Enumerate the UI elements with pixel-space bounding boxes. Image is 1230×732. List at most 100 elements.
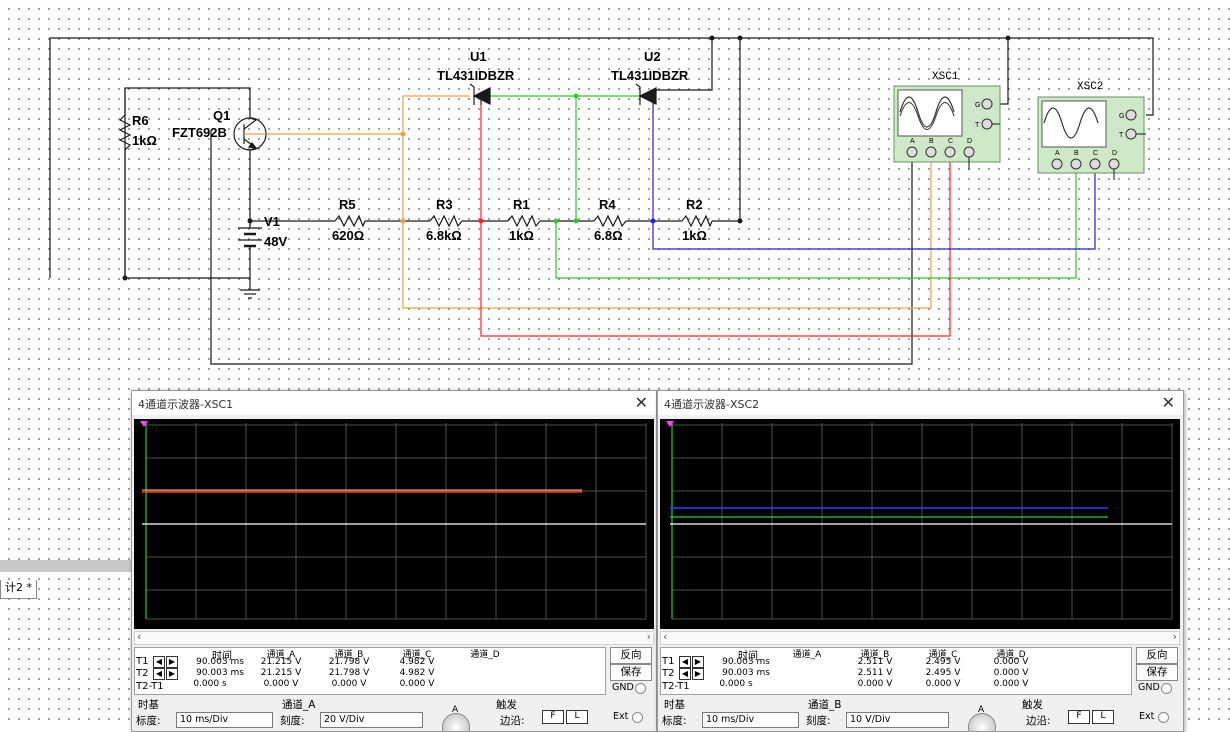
xsc1-scrollbar[interactable]: ‹ ›	[134, 630, 654, 645]
v1-battery-symbol	[238, 221, 262, 250]
xsc2-scrollbar[interactable]: ‹ ›	[660, 630, 1180, 645]
q1-name: Q1	[213, 108, 230, 123]
xsc2-grid	[671, 423, 1173, 620]
u1-name: U1	[470, 49, 487, 64]
junctions	[122, 35, 1011, 281]
xsc1-t2-c: 4.982 V	[399, 668, 435, 678]
xsc1-row-diff-label: T2-T1	[136, 681, 164, 692]
r2-value: 1kΩ	[682, 228, 707, 243]
xsc1-save-button[interactable]: 保存	[610, 664, 652, 681]
u2-value: TL431IDBZR	[611, 68, 689, 83]
xsc1-pin-g: G	[975, 102, 980, 109]
r6-name: R6	[132, 113, 149, 128]
xsc2-channel-scale-field[interactable]: 10 V/Div	[846, 712, 949, 728]
xsc1-diff-time: 0.000 s	[193, 679, 227, 689]
xsc1-window: 4通道示波器-XSC1 ✕ ‹ › 时间 通道_A 通道_B 通道_C 通道_D …	[131, 390, 657, 732]
xsc1-t1-right-arrow[interactable]: ▶	[166, 656, 178, 668]
v1-name: V1	[264, 214, 280, 229]
xsc2-trigger-edge-label: 边沿:	[1026, 715, 1051, 727]
u1-tl431-symbol	[469, 83, 491, 105]
xsc1-diff-c: 0.000 V	[399, 679, 435, 689]
design-tab[interactable]: 计2 *	[0, 580, 37, 599]
xsc2-channel-scale-label: 刻度:	[806, 715, 831, 727]
r5-name: R5	[339, 197, 356, 212]
xsc2-rising-edge-button[interactable]: F	[1068, 710, 1090, 724]
r4-symbol	[593, 214, 627, 228]
xsc1-gnd-label: GND	[612, 682, 634, 693]
xsc2-diff-b: 0.000 V	[857, 679, 893, 689]
xsc1-t1-left-arrow[interactable]: ◀	[153, 656, 165, 668]
xsc2-titlebar[interactable]: 4通道示波器-XSC2 ✕	[658, 391, 1183, 415]
xsc2-timebase-scale-field[interactable]: 10 ms/Div	[702, 712, 799, 728]
r4-name: R4	[599, 197, 616, 212]
xsc2-hdr-a: 通道_A	[792, 650, 822, 660]
xsc2-name: XSC2	[1077, 81, 1103, 93]
xsc1-pin-a: A	[910, 138, 915, 145]
xsc2-t2-left-arrow[interactable]: ◀	[679, 668, 691, 680]
xsc2-pin-g: G	[1119, 113, 1124, 120]
xsc1-timebase-scale-field[interactable]: 10 ms/Div	[176, 712, 273, 728]
xsc1-diff-a: 0.000 V	[263, 679, 299, 689]
xsc1-scope-display	[140, 421, 647, 620]
xsc1-pin-b: B	[929, 138, 934, 145]
xsc1-t2-right-arrow[interactable]: ▶	[166, 668, 178, 680]
xsc2-trigger-section: 触发	[1022, 699, 1043, 711]
xsc1-readout: 时间 通道_A 通道_B 通道_C 通道_D T1 ◀ ▶ 90.003 ms …	[134, 647, 606, 695]
xsc2-pin-d: D	[1112, 150, 1117, 157]
xsc1-instrument[interactable]	[893, 85, 1001, 170]
xsc2-t2-b: 2.511 V	[857, 668, 893, 678]
xsc2-gnd-radio[interactable]	[1161, 683, 1172, 694]
xsc1-ext-radio[interactable]	[632, 712, 643, 723]
xsc1-t2-left-arrow[interactable]: ◀	[153, 668, 165, 680]
xsc1-t1-a: 21.215 V	[260, 657, 302, 667]
r5-symbol	[334, 214, 366, 228]
xsc1-channel-scale-field[interactable]: 20 V/Div	[320, 712, 423, 728]
xsc2-diff-time: 0.000 s	[719, 679, 753, 689]
xsc2-diff-c: 0.000 V	[925, 679, 961, 689]
xsc2-t1-time: 90.003 ms	[722, 657, 770, 667]
xsc1-channel-section: 通道_A	[282, 699, 316, 711]
xsc2-gnd-label: GND	[1138, 682, 1160, 693]
xsc2-save-button[interactable]: 保存	[1136, 664, 1178, 681]
xsc1-grid	[145, 423, 647, 620]
xsc1-reverse-button[interactable]: 反向	[610, 647, 652, 664]
xsc2-window: 4通道示波器-XSC2 ✕ ‹ › 时间 通道_A 通道_B 通道_C 通道_D …	[657, 390, 1184, 732]
xsc1-rising-edge-button[interactable]: F	[542, 710, 564, 724]
blue-wires	[652, 105, 1096, 250]
sheet-bar	[0, 560, 140, 572]
xsc2-falling-edge-button[interactable]: L	[1092, 710, 1114, 724]
r2-name: R2	[686, 197, 703, 212]
xsc1-gnd-radio[interactable]	[635, 683, 646, 694]
xsc2-t1-d: 0.000 V	[993, 657, 1029, 667]
xsc2-channel-knob[interactable]	[968, 713, 996, 731]
xsc2-instrument[interactable]	[1037, 96, 1146, 180]
xsc2-t1-left-arrow[interactable]: ◀	[679, 656, 691, 668]
xsc1-timebase-scale-label: 标度:	[136, 715, 161, 727]
xsc2-t2-time: 90.003 ms	[722, 668, 770, 678]
xsc1-hdr-d: 通道_D	[470, 650, 500, 660]
xsc1-t2-b: 21.798 V	[328, 668, 370, 678]
xsc2-pin-a: A	[1055, 150, 1060, 157]
xsc1-row-t1-label: T1	[136, 656, 149, 667]
xsc2-cursor-marker[interactable]	[666, 421, 674, 427]
xsc1-falling-edge-button[interactable]: L	[566, 710, 588, 724]
xsc2-t2-right-arrow[interactable]: ▶	[692, 668, 704, 680]
xsc2-reverse-button[interactable]: 反向	[1136, 647, 1178, 664]
xsc1-window-title: 4通道示波器-XSC1	[138, 398, 234, 411]
xsc2-close-button[interactable]: ✕	[1162, 393, 1175, 412]
ground-symbol	[240, 289, 260, 299]
xsc1-name: XSC1	[932, 71, 959, 83]
xsc1-titlebar[interactable]: 4通道示波器-XSC1 ✕	[132, 391, 656, 415]
xsc1-channel-knob[interactable]	[442, 713, 470, 731]
xsc1-trigger-section: 触发	[496, 699, 517, 711]
r1-value: 1kΩ	[509, 228, 534, 243]
xsc2-diff-d: 0.000 V	[993, 679, 1029, 689]
xsc2-ext-radio[interactable]	[1158, 712, 1169, 723]
xsc1-t2-time: 90.003 ms	[196, 668, 244, 678]
u2-name: U2	[644, 49, 661, 64]
r3-symbol	[429, 214, 463, 228]
xsc1-close-button[interactable]: ✕	[635, 393, 648, 412]
xsc2-t1-right-arrow[interactable]: ▶	[692, 656, 704, 668]
r4-value: 6.8Ω	[594, 228, 623, 243]
xsc1-cursor-marker[interactable]	[140, 421, 148, 427]
